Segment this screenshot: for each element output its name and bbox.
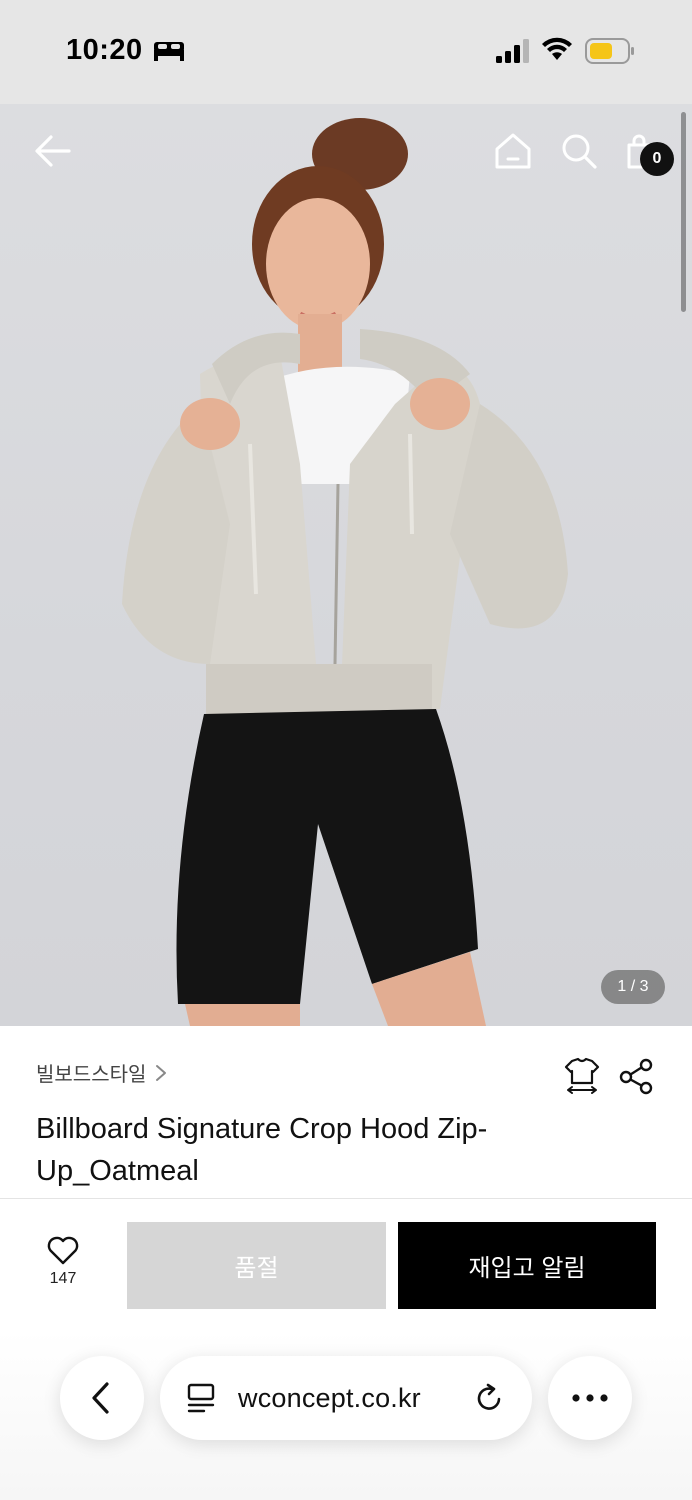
like-count: 147 — [49, 1270, 77, 1287]
back-button[interactable] — [30, 128, 76, 174]
home-icon — [495, 133, 531, 169]
address-bar[interactable]: wconcept.co.kr — [160, 1356, 532, 1440]
wifi-icon — [542, 37, 572, 60]
image-page-counter: 1 / 3 — [601, 970, 665, 1004]
home-button[interactable] — [490, 128, 536, 174]
like-button[interactable]: 147 — [30, 1234, 96, 1298]
search-button[interactable] — [556, 128, 602, 174]
browser-back-button[interactable] — [60, 1356, 144, 1440]
more-options-button[interactable] — [548, 1356, 632, 1440]
reload-icon[interactable] — [474, 1382, 506, 1414]
product-title: Billboard Signature Crop Hood Zip-Up_Oat… — [36, 1113, 488, 1187]
size-guide-button[interactable] — [562, 1056, 602, 1096]
signal-icon — [496, 39, 529, 63]
chevron-left-icon — [92, 1382, 109, 1414]
url-text: wconcept.co.kr — [238, 1382, 421, 1413]
product-image[interactable]: 0 1 / 3 — [0, 104, 692, 1026]
divider — [0, 1198, 692, 1199]
back-arrow-icon — [35, 135, 71, 167]
cart-count-badge[interactable]: 0 — [640, 142, 674, 176]
status-bar: 10:20 — [0, 0, 692, 104]
search-icon — [562, 134, 597, 169]
restock-alert-button[interactable]: 재입고 알림 — [398, 1222, 656, 1309]
page-menu-icon — [187, 1383, 215, 1413]
brand-name: 빌보드스타일 — [36, 1064, 147, 1086]
model-photo — [122, 118, 568, 1026]
bed-icon — [154, 42, 184, 61]
sold-out-button: 품절 — [127, 1222, 386, 1309]
chevron-right-icon — [156, 1064, 167, 1081]
brand-link[interactable]: 빌보드스타일 — [36, 1058, 168, 1087]
status-time: 10:20 — [66, 34, 143, 66]
more-icon — [572, 1394, 608, 1402]
battery-icon — [585, 38, 634, 64]
size-guide-icon — [564, 1057, 600, 1094]
share-icon — [619, 1058, 653, 1095]
scroll-indicator[interactable] — [681, 112, 686, 312]
share-button[interactable] — [616, 1056, 656, 1096]
heart-icon — [47, 1236, 79, 1265]
